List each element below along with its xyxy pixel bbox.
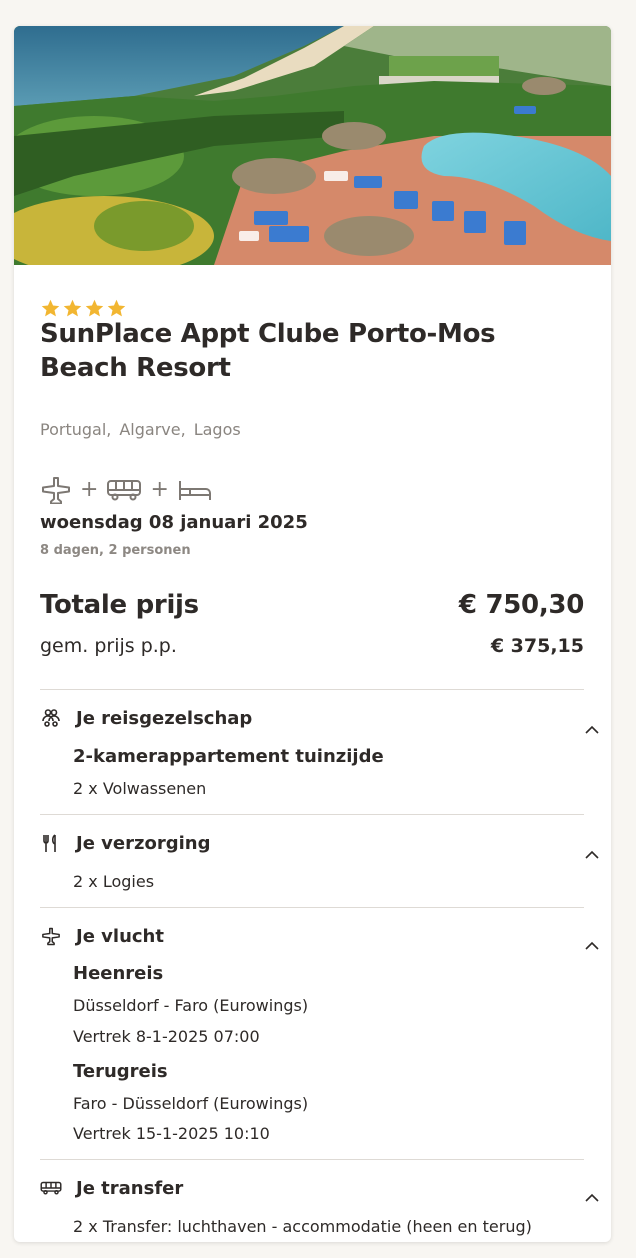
plus-separator: + [80, 477, 99, 502]
divider [40, 1159, 584, 1160]
transfer-details: 2 x Transfer: luchthaven - accommodatie … [73, 1217, 532, 1236]
total-price-label: Totale prijs [40, 590, 199, 620]
outbound-route: Düsseldorf - Faro (Eurowings) [73, 996, 309, 1015]
return-departure: Vertrek 15-1-2025 10:10 [73, 1124, 270, 1143]
location-country: Portugal [40, 420, 107, 439]
section-board-title: Je verzorging [76, 832, 211, 854]
per-person-price-label: gem. prijs p.p. [40, 635, 177, 657]
section-flight-title: Je vlucht [76, 925, 164, 947]
divider [40, 907, 584, 908]
location-region: Algarve [119, 420, 181, 439]
per-person-price-row: gem. prijs p.p. € 375,15 [40, 635, 584, 657]
chevron-up-icon[interactable] [582, 720, 602, 740]
chevron-up-icon[interactable] [582, 936, 602, 956]
chevron-up-icon[interactable] [582, 1188, 602, 1208]
section-party-header[interactable]: Je reisgezelschap [40, 707, 584, 729]
section-flight-header[interactable]: Je vlucht [40, 925, 584, 947]
bus-icon [107, 480, 142, 501]
star-icon [107, 299, 126, 317]
guests: 2 x Volwassenen [73, 779, 207, 798]
room-type: 2-kamerappartement tuinzijde [73, 746, 384, 767]
star-icon [85, 299, 104, 317]
section-transfer-title: Je transfer [76, 1177, 184, 1199]
total-price-value: € 750,30 [458, 590, 584, 620]
location-city: Lagos [193, 420, 241, 439]
cutlery-icon [40, 832, 62, 854]
divider [40, 814, 584, 815]
star-icon [63, 299, 82, 317]
plane-icon [42, 477, 70, 504]
hotel-photo[interactable] [14, 26, 611, 265]
star-icon [41, 299, 60, 317]
outbound-title: Heenreis [73, 963, 164, 984]
per-person-price-value: € 375,15 [490, 635, 584, 657]
return-title: Terugreis [73, 1061, 168, 1082]
travel-modes: + + [40, 476, 213, 504]
section-board-header[interactable]: Je verzorging [40, 832, 584, 854]
plane-icon [40, 925, 62, 947]
hotel-location: Portugal, Algarve, Lagos [40, 420, 241, 439]
outbound-departure: Vertrek 8-1-2025 07:00 [73, 1027, 260, 1046]
hotel-name[interactable]: SunPlace Appt Clube Porto-Mos Beach Reso… [40, 317, 584, 385]
plus-separator: + [150, 477, 169, 502]
return-route: Faro - Düsseldorf (Eurowings) [73, 1094, 309, 1113]
section-transfer-header[interactable]: Je transfer [40, 1177, 584, 1199]
total-price-row: Totale prijs € 750,30 [40, 590, 584, 620]
chevron-up-icon[interactable] [582, 845, 602, 865]
trip-duration: 8 dagen, 2 personen [40, 543, 191, 558]
bed-icon [178, 481, 211, 500]
section-party-title: Je reisgezelschap [76, 707, 253, 729]
hotel-card: SunPlace Appt Clube Porto-Mos Beach Reso… [14, 26, 611, 1242]
bus-icon [40, 1177, 62, 1199]
departure-date: woensdag 08 januari 2025 [40, 512, 308, 533]
group-icon [40, 707, 62, 729]
divider [40, 689, 584, 690]
board-type: 2 x Logies [73, 872, 155, 891]
